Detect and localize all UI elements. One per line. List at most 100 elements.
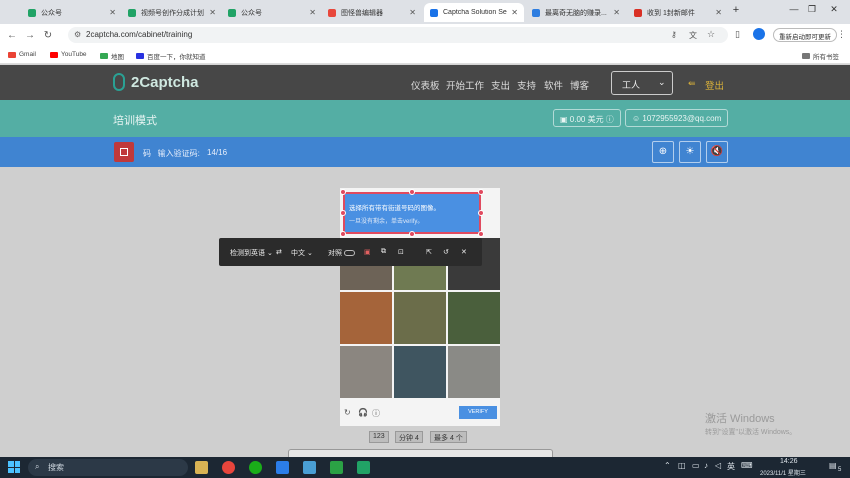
nav-software[interactable]: 软件 xyxy=(544,78,563,92)
chrome-icon[interactable] xyxy=(222,461,235,474)
captcha-tile[interactable] xyxy=(448,292,500,344)
reload-icon[interactable]: ↻ xyxy=(39,30,57,41)
mic-icon[interactable]: ♪ xyxy=(704,461,708,470)
selection-box[interactable] xyxy=(343,192,481,234)
captcha-tile[interactable] xyxy=(394,292,446,344)
logout-link[interactable]: 登出 xyxy=(705,78,724,92)
copy-icon[interactable]: ⧉ xyxy=(381,248,386,256)
browser-tab-active[interactable]: Captcha Solution Se ✕ xyxy=(424,3,524,22)
tray-icon[interactable]: ◫ xyxy=(678,461,686,470)
wechat-icon[interactable] xyxy=(249,461,262,474)
browser-tab[interactable]: 公众号 ✕ xyxy=(22,3,122,22)
info-icon[interactable]: ⓘ xyxy=(372,408,380,419)
info-icon: ⓘ xyxy=(603,115,614,124)
windows-start-icon[interactable] xyxy=(8,461,20,473)
account-email[interactable]: ☺ 1072955923@qq.com xyxy=(625,109,729,127)
target-language-select[interactable]: 中文 ⌄ xyxy=(291,248,313,258)
swap-icon[interactable]: ⇄ xyxy=(276,248,282,256)
key-icon[interactable]: ⚷ xyxy=(671,30,677,39)
pin-icon[interactable]: ⇱ xyxy=(426,248,432,256)
audio-icon[interactable]: 🎧 xyxy=(358,408,368,417)
site-info-icon[interactable]: ⚙ xyxy=(74,30,81,39)
undo-icon[interactable]: ↺ xyxy=(443,248,449,256)
app-icon[interactable] xyxy=(357,461,370,474)
captcha-tile[interactable] xyxy=(340,292,392,344)
side-panel-icon[interactable]: ▯ xyxy=(735,29,740,40)
maximize-icon[interactable]: ❐ xyxy=(802,4,822,15)
file-explorer-icon[interactable] xyxy=(195,461,208,474)
app-icon[interactable] xyxy=(276,461,289,474)
browser-tab[interactable]: 公众号 ✕ xyxy=(222,3,322,22)
resize-handle[interactable] xyxy=(478,231,484,237)
clock-date[interactable]: 2023/11/1 星期三 xyxy=(760,468,806,477)
back-icon[interactable]: ← xyxy=(3,30,21,41)
tab-favicon-icon xyxy=(28,8,36,17)
new-tab-button[interactable]: + xyxy=(726,4,746,16)
resize-handle[interactable] xyxy=(340,231,346,237)
update-button[interactable]: 重新启动即可更新 xyxy=(773,28,837,42)
compare-toggle[interactable]: 对照 xyxy=(328,248,355,258)
volume-icon[interactable]: ◁ xyxy=(715,461,721,470)
network-icon[interactable]: ▭ xyxy=(692,461,700,470)
captcha-tile[interactable] xyxy=(340,346,392,398)
bookmark-baidu[interactable]: 百度一下，你就知道 xyxy=(136,51,206,61)
mute-button[interactable]: 🔇 xyxy=(706,141,728,163)
menu-icon[interactable]: ⋮ xyxy=(837,29,846,40)
close-tab-icon[interactable]: ✕ xyxy=(511,8,518,17)
worker-select[interactable]: 工人 ⌄ xyxy=(611,71,673,95)
browser-tab[interactable]: 视频号创作分成计划 ✕ xyxy=(122,3,222,22)
captcha-tile[interactable] xyxy=(394,346,446,398)
browser-tab[interactable]: 收到 1封新邮件 ✕ xyxy=(628,3,728,22)
resize-handle[interactable] xyxy=(409,231,415,237)
resize-handle[interactable] xyxy=(478,189,484,195)
resize-handle[interactable] xyxy=(478,210,484,216)
nav-withdraw[interactable]: 支出 xyxy=(491,78,510,92)
ime-icon[interactable]: ⌨ xyxy=(741,461,753,470)
zoom-button[interactable]: ⊕ xyxy=(652,141,674,163)
nav-blog[interactable]: 博客 xyxy=(570,78,589,92)
app-icon[interactable] xyxy=(330,461,343,474)
source-language-select[interactable]: 检测到英语 ⌄ xyxy=(230,248,273,258)
clock-time[interactable]: 14:26 xyxy=(780,458,798,465)
browser-tab[interactable]: 最离奇无脑的赚录... ✕ xyxy=(526,3,626,22)
bookmark-gmail[interactable]: Gmail xyxy=(8,51,36,58)
bookmark-youtube[interactable]: YouTube xyxy=(50,51,87,58)
brightness-button[interactable]: ☀ xyxy=(679,141,701,163)
browser-tab[interactable]: 图怪兽编辑器 ✕ xyxy=(322,3,422,22)
resize-handle[interactable] xyxy=(340,189,346,195)
captcha-tile[interactable] xyxy=(448,346,500,398)
close-tab-icon[interactable]: ✕ xyxy=(309,8,316,17)
site-logo[interactable]: 2Captcha xyxy=(131,74,199,91)
resize-handle[interactable] xyxy=(409,189,415,195)
app-icon[interactable] xyxy=(303,461,316,474)
nav-support[interactable]: 支持 xyxy=(517,78,536,92)
refresh-icon[interactable]: ↻ xyxy=(344,408,351,417)
close-window-icon[interactable]: ✕ xyxy=(824,4,844,15)
close-tab-icon[interactable]: ✕ xyxy=(109,8,116,17)
bookmark-maps[interactable]: 地图 xyxy=(100,51,124,61)
close-tab-icon[interactable]: ✕ xyxy=(613,8,620,17)
minimize-icon[interactable]: — xyxy=(784,4,804,14)
page-title: 培训模式 xyxy=(113,115,157,127)
close-tab-icon[interactable]: ✕ xyxy=(715,8,722,17)
save-icon[interactable]: ⊡ xyxy=(398,248,404,256)
stop-button[interactable] xyxy=(114,142,134,162)
ime-language[interactable]: 英 xyxy=(727,461,735,472)
resize-handle[interactable] xyxy=(340,210,346,216)
translate-image-icon[interactable]: ▣ xyxy=(364,248,371,256)
nav-dashboard[interactable]: 仪表板 xyxy=(411,78,440,92)
balance-badge[interactable]: ▣ 0.00 美元 ⓘ xyxy=(553,109,621,127)
profile-avatar[interactable] xyxy=(753,28,765,40)
translate-icon[interactable]: 文 xyxy=(689,30,697,41)
all-bookmarks[interactable]: 所有书签 xyxy=(802,51,839,61)
close-tab-icon[interactable]: ✕ xyxy=(209,8,216,17)
chevron-up-icon[interactable]: ⌃ xyxy=(664,461,671,470)
close-icon[interactable]: ✕ xyxy=(461,248,467,256)
nav-start-work[interactable]: 开始工作 xyxy=(446,78,484,92)
bookmark-star-icon[interactable]: ☆ xyxy=(707,29,715,40)
notification-icon[interactable]: ▤ xyxy=(829,461,837,470)
verify-button[interactable]: VERIFY xyxy=(459,406,497,419)
taskbar-search[interactable]: ⌕ 搜索 xyxy=(28,459,188,476)
forward-icon[interactable]: → xyxy=(21,30,39,41)
close-tab-icon[interactable]: ✕ xyxy=(409,8,416,17)
